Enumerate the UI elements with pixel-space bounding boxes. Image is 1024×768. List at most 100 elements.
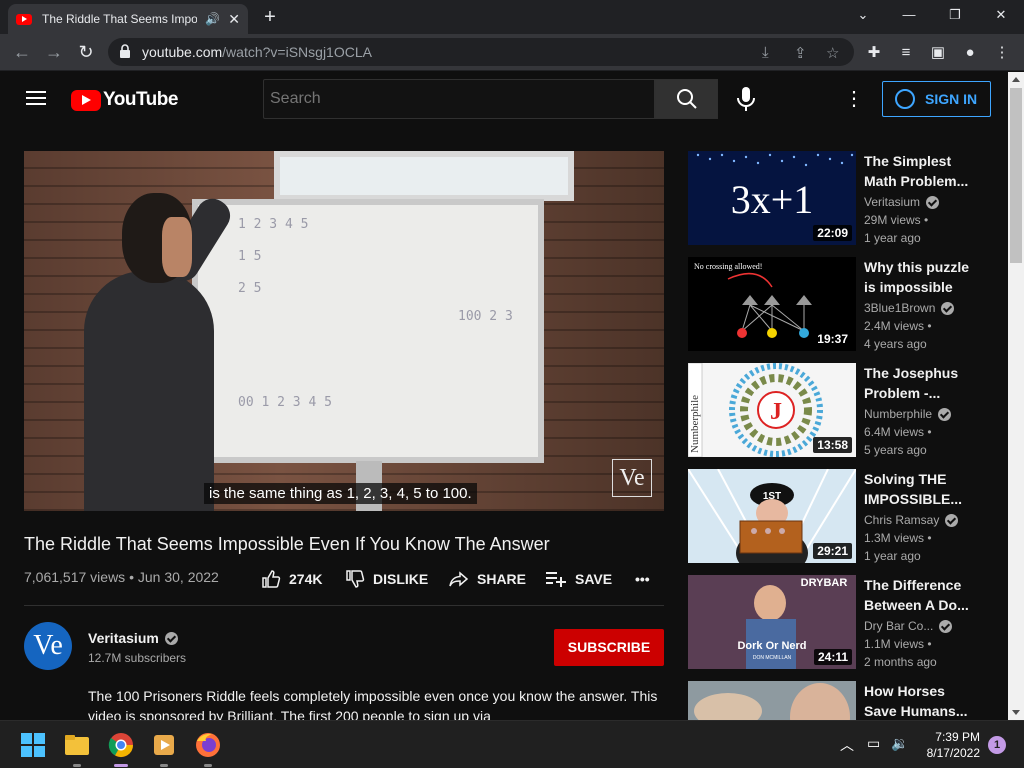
more-actions-button[interactable]: ••• [635, 568, 650, 590]
thumbnail[interactable] [688, 681, 856, 720]
address-bar[interactable]: youtube.com/watch?v=iSNsgj1OCLA ⤓ ⇪ ☆ [108, 38, 854, 66]
share-icon [449, 571, 469, 587]
scroll-down-icon[interactable] [1012, 710, 1020, 715]
thumbs-down-icon [346, 570, 365, 588]
recommendation-item[interactable]: 3x+1 22:09 The Simplest Math Problem... … [688, 151, 988, 245]
chevron-up-icon[interactable]: ︿ [840, 735, 854, 755]
browser-tab[interactable]: The Riddle That Seems Impo 🔊 ✕ [8, 4, 248, 34]
recommendation-item[interactable]: Numberphile J 13:58 The Josephus Problem… [688, 363, 988, 457]
recommendation-item[interactable]: 1ST 29:21 Solving THE IMPOSSIBLE... Chri… [688, 469, 988, 563]
video-title: The Riddle That Seems Impossible Even If… [24, 534, 550, 554]
speaker-icon[interactable]: 🔊 [205, 12, 220, 26]
recommendation-age: 1 year ago [864, 549, 921, 563]
forward-icon[interactable]: → [42, 40, 66, 64]
video-caption: is the same thing as 1, 2, 3, 4, 5 to 10… [204, 483, 477, 504]
share-button[interactable]: SHARE [449, 568, 526, 590]
share-page-icon[interactable]: ⇪ [794, 44, 807, 62]
network-icon[interactable]: ▭ [867, 735, 880, 752]
verified-icon [938, 407, 952, 421]
recommendation-age: 2 months ago [864, 655, 937, 669]
bookmark-star-icon[interactable]: ☆ [826, 44, 839, 62]
lock-icon [120, 44, 130, 58]
chrome-menu-icon[interactable]: ⋮ [992, 43, 1012, 63]
thumbnail[interactable]: 1ST 29:21 [688, 469, 856, 563]
side-panel-icon[interactable]: ▣ [928, 43, 948, 63]
menu-icon[interactable] [26, 91, 46, 105]
scroll-up-icon[interactable] [1012, 77, 1020, 82]
browser-tab-strip: The Riddle That Seems Impo 🔊 ✕ + ⌄ — ❐ ✕ [0, 0, 1024, 34]
like-button[interactable]: 274K [261, 568, 322, 590]
verified-icon [164, 631, 178, 645]
recommendation-item[interactable]: DRYBAR Dork Or Nerd DON MCMILLAN 24:11 T… [688, 575, 988, 669]
media-player-icon[interactable] [148, 729, 180, 767]
recommendation-views: 6.4M views • [864, 425, 932, 439]
settings-kebab-icon[interactable]: ⋮ [844, 88, 864, 110]
recommendation-title[interactable]: How Horses Save Humans... [864, 681, 974, 720]
recommendation-item[interactable]: How Horses Save Humans... [688, 681, 988, 720]
thumbnail[interactable]: 3x+1 22:09 [688, 151, 856, 245]
recommendation-age: 1 year ago [864, 231, 921, 245]
volume-icon[interactable]: 🔉 [891, 735, 908, 752]
recommendation-channel: Veritasium [864, 195, 940, 209]
subscribe-button[interactable]: SUBSCRIBE [554, 629, 664, 666]
restore-button[interactable]: ❐ [932, 0, 978, 30]
thumbs-up-icon [262, 570, 281, 588]
firefox-icon[interactable] [192, 729, 224, 767]
thumbnail[interactable]: Numberphile J 13:58 [688, 363, 856, 457]
youtube-logo[interactable]: YouTube [71, 89, 178, 111]
file-explorer-icon[interactable] [61, 729, 93, 767]
video-frame-window [274, 151, 574, 201]
search-icon [677, 89, 697, 109]
recommendation-title[interactable]: The Simplest Math Problem... [864, 151, 974, 191]
sign-in-button[interactable]: SIGN IN [882, 81, 991, 117]
recommendation-title[interactable]: The Difference Between A Do... [864, 575, 974, 615]
media-controls-icon[interactable]: ≡ [896, 43, 916, 63]
video-meta: 7,061,517 views • Jun 30, 2022 [24, 569, 219, 585]
svg-text:J: J [770, 399, 782, 425]
notification-badge[interactable]: 1 [988, 736, 1006, 754]
back-icon[interactable]: ← [10, 40, 34, 64]
search-button[interactable] [655, 79, 718, 119]
minimize-button[interactable]: — [886, 0, 932, 30]
svg-text:Numberphile: Numberphile [689, 395, 701, 453]
windows-start-icon[interactable] [17, 729, 49, 761]
dislike-button[interactable]: DISLIKE [345, 568, 428, 590]
close-window-button[interactable]: ✕ [978, 0, 1024, 30]
extensions-icon[interactable]: ✚ [864, 43, 884, 63]
recommendation-views: 2.4M views • [864, 319, 932, 333]
tab-close-icon[interactable]: ✕ [228, 11, 240, 28]
svg-text:DRYBAR: DRYBAR [801, 577, 848, 589]
channel-name[interactable]: Veritasium [88, 630, 178, 646]
tab-search-button[interactable]: ⌄ [840, 0, 886, 30]
thumbnail[interactable]: DRYBAR Dork Or Nerd DON MCMILLAN 24:11 [688, 575, 856, 669]
verified-icon [945, 513, 959, 527]
chrome-icon[interactable] [105, 729, 137, 767]
recommendation-title[interactable]: Solving THE IMPOSSIBLE... [864, 469, 974, 509]
youtube-favicon-icon [16, 13, 32, 25]
video-player[interactable]: 1 2 3 4 5 1 5 2 5 100 2 3 00 1 2 3 4 5 V… [24, 151, 664, 511]
search-input[interactable] [263, 79, 655, 119]
new-tab-button[interactable]: + [258, 4, 282, 30]
scrollbar-thumb[interactable] [1010, 88, 1022, 263]
profile-icon[interactable]: ● [960, 43, 980, 63]
verified-icon [941, 301, 955, 315]
recommendation-title[interactable]: The Josephus Problem -... [864, 363, 974, 403]
channel-avatar[interactable]: Ve [24, 622, 72, 670]
thumbnail[interactable]: No crossing allowed! 19:37 [688, 257, 856, 351]
duration-badge: 29:21 [813, 543, 852, 559]
recommendation-title[interactable]: Why this puzzle is impossible [864, 257, 974, 297]
recommendation-channel: Numberphile [864, 407, 952, 421]
install-icon[interactable]: ⤓ [762, 44, 769, 61]
video-frame-whiteboard: 1 2 3 4 5 1 5 2 5 100 2 3 00 1 2 3 4 5 [192, 199, 544, 463]
microphone-icon[interactable] [732, 84, 760, 114]
add-to-playlist-icon [546, 572, 566, 587]
reload-icon[interactable]: ↻ [74, 40, 98, 64]
tab-title: The Riddle That Seems Impo [42, 12, 198, 26]
system-clock[interactable]: 7:39 PM 8/17/2022 [916, 729, 980, 761]
recommendation-age: 5 years ago [864, 443, 927, 457]
duration-badge: 24:11 [813, 649, 852, 665]
save-button[interactable]: SAVE [545, 568, 612, 590]
recommendation-item[interactable]: No crossing allowed! 19:37 Why this puzz… [688, 257, 988, 351]
subscriber-count: 12.7M subscribers [88, 651, 187, 665]
page-scrollbar[interactable] [1008, 72, 1024, 720]
